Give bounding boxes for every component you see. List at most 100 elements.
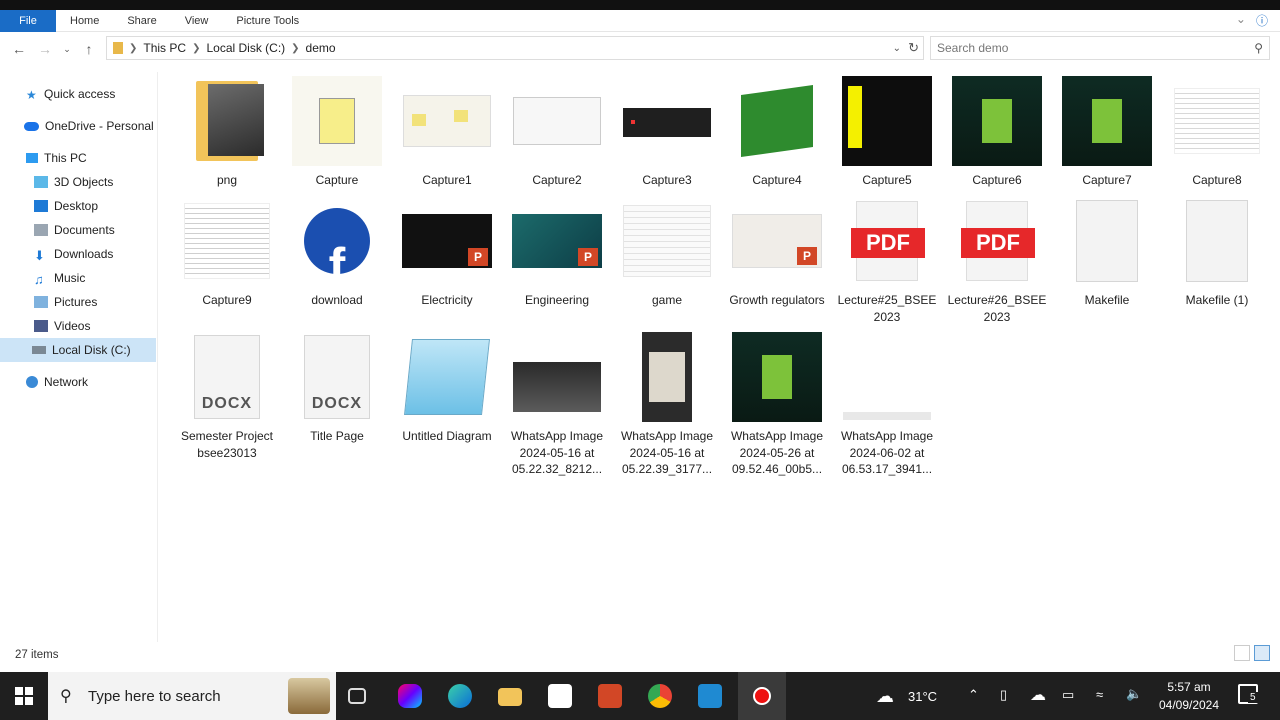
vscode-icon[interactable]: [698, 684, 722, 708]
file-item[interactable]: Capture6: [942, 76, 1052, 189]
tab-home[interactable]: Home: [56, 15, 113, 27]
volume-icon[interactable]: 🔈: [1126, 686, 1142, 702]
file-item[interactable]: Capture4: [722, 76, 832, 189]
file-name: Capture: [315, 173, 359, 187]
sidebar-item-videos[interactable]: Videos: [34, 314, 90, 338]
taskbar: ⚲ Type here to search ☁ 31°C ⌃ ▯ ☁ ▭ ≈ 🔈…: [0, 672, 1280, 720]
breadcrumb-local-disk[interactable]: Local Disk (C:): [206, 41, 285, 55]
image-thumbnail: [1172, 76, 1262, 166]
tab-share[interactable]: Share: [113, 15, 170, 27]
file-item[interactable]: DOCX Title Page: [282, 332, 392, 445]
screen-recorder-icon[interactable]: [738, 672, 786, 720]
chevron-down-icon[interactable]: ⌄: [893, 43, 901, 54]
file-item[interactable]: Makefile (1): [1162, 196, 1272, 309]
sidebar-item-3d-objects[interactable]: 3D Objects: [34, 170, 113, 194]
battery-icon[interactable]: ▭: [1062, 687, 1074, 703]
file-item[interactable]: Capture3: [612, 76, 722, 189]
file-explorer-icon[interactable]: [498, 688, 522, 706]
sidebar-item-music[interactable]: ♫ Music: [34, 266, 85, 290]
sidebar-item-onedrive[interactable]: OneDrive - Personal: [24, 114, 154, 138]
file-item[interactable]: Capture9: [172, 196, 282, 309]
sidebar-item-label: Documents: [54, 223, 115, 237]
weather-icon[interactable]: ☁: [876, 686, 894, 707]
powerpoint-icon[interactable]: [598, 684, 622, 708]
file-item[interactable]: Capture1: [392, 76, 502, 189]
search-icon: ⚲: [60, 688, 72, 705]
file-item[interactable]: game: [612, 196, 722, 309]
sidebar-item-local-disk[interactable]: Local Disk (C:): [0, 338, 156, 362]
recent-locations-chevron-icon[interactable]: ⌄: [56, 38, 78, 60]
file-item[interactable]: png: [172, 76, 282, 189]
sidebar-item-label: Downloads: [54, 247, 114, 261]
chrome-icon[interactable]: [648, 684, 672, 708]
ribbon-expand-icon[interactable]: ⌄: [1236, 12, 1246, 29]
search-input[interactable]: Search demo ⚲: [930, 36, 1270, 60]
temperature-label[interactable]: 31°C: [908, 689, 937, 704]
file-name: game: [651, 293, 683, 307]
image-thumbnail: [732, 76, 822, 166]
file-name: Makefile: [1084, 293, 1130, 307]
onedrive-cloud-icon[interactable]: ☁: [1030, 685, 1046, 705]
breadcrumb-demo[interactable]: demo: [306, 41, 336, 55]
start-button[interactable]: [0, 672, 48, 720]
clock[interactable]: 5:57 am 04/09/2024: [1155, 678, 1223, 714]
sidebar-item-pictures[interactable]: Pictures: [34, 290, 97, 314]
search-icon[interactable]: ⚲: [1254, 41, 1263, 55]
copilot-icon[interactable]: [398, 684, 422, 708]
sidebar-item-documents[interactable]: Documents: [34, 218, 115, 242]
sidebar-item-label: Desktop: [54, 199, 99, 213]
edge-icon[interactable]: [448, 684, 472, 708]
back-button[interactable]: ←: [8, 38, 30, 60]
address-bar[interactable]: ❯ This PC ❯ Local Disk (C:) ❯ demo ⌄ ↻: [106, 36, 924, 60]
file-item[interactable]: PDF Lecture#26_BSEE 2023: [942, 196, 1052, 325]
notification-center-icon[interactable]: 5: [1238, 684, 1258, 704]
file-item[interactable]: Capture: [282, 76, 392, 189]
file-item[interactable]: Capture8: [1162, 76, 1272, 189]
sidebar-item-quick-access[interactable]: ★ Quick access: [26, 82, 115, 106]
file-item[interactable]: WhatsApp Image 2024-05-16 at 05.22.32_82…: [502, 332, 612, 478]
file-item[interactable]: WhatsApp Image 2024-05-26 at 09.52.46_00…: [722, 332, 832, 478]
file-item[interactable]: P Engineering: [502, 196, 612, 309]
videos-icon: [34, 320, 48, 332]
sidebar-item-desktop[interactable]: Desktop: [34, 194, 98, 218]
file-item[interactable]: PDF Lecture#25_BSEE 2023: [832, 196, 942, 325]
cube-icon: [34, 176, 48, 188]
tab-picture-tools[interactable]: Picture Tools: [222, 15, 313, 27]
file-item[interactable]: Capture7: [1052, 76, 1162, 189]
sidebar-item-this-pc[interactable]: This PC: [26, 146, 87, 170]
breadcrumb-this-pc[interactable]: This PC: [143, 41, 186, 55]
file-item[interactable]: Capture2: [502, 76, 612, 189]
phone-link-icon[interactable]: ▯: [1000, 687, 1007, 703]
file-item[interactable]: WhatsApp Image 2024-06-02 at 06.53.17_39…: [832, 332, 942, 478]
sidebar-item-label: Music: [54, 271, 86, 285]
file-item[interactable]: DOCX Semester Project bsee23013: [172, 332, 282, 461]
show-hidden-icons-chevron-icon[interactable]: ⌃: [968, 687, 979, 703]
sidebar-item-label: Videos: [54, 319, 91, 333]
file-item[interactable]: WhatsApp Image 2024-05-16 at 05.22.39_31…: [612, 332, 722, 478]
network-icon: [26, 376, 38, 388]
refresh-icon[interactable]: ↻: [908, 40, 919, 56]
file-item[interactable]: P Electricity: [392, 196, 502, 309]
task-view-icon[interactable]: [348, 688, 366, 704]
microsoft-store-icon[interactable]: [548, 684, 572, 708]
help-icon[interactable]: ⓘ: [1256, 12, 1268, 29]
notepad-icon: [402, 332, 492, 422]
folder-icon: [113, 42, 123, 54]
tab-file[interactable]: File: [0, 9, 56, 32]
sidebar-item-downloads[interactable]: ⬇ Downloads: [34, 242, 113, 266]
large-icons-view-button[interactable]: [1254, 645, 1270, 661]
file-item[interactable]: f download: [282, 196, 392, 309]
taskbar-search-input[interactable]: ⚲ Type here to search: [48, 672, 336, 720]
forward-button[interactable]: →: [34, 38, 56, 60]
file-item[interactable]: Capture5: [832, 76, 942, 189]
details-view-button[interactable]: [1234, 645, 1250, 661]
up-button[interactable]: ↑: [78, 38, 100, 60]
file-item[interactable]: Untitled Diagram: [392, 332, 502, 445]
file-item[interactable]: Makefile: [1052, 196, 1162, 309]
tab-view[interactable]: View: [171, 15, 223, 27]
sidebar-item-network[interactable]: Network: [26, 370, 88, 394]
image-thumbnail: [512, 332, 602, 422]
wifi-icon[interactable]: ≈: [1096, 687, 1103, 702]
image-thumbnail: [292, 76, 382, 166]
file-item[interactable]: P Growth regulators: [722, 196, 832, 309]
